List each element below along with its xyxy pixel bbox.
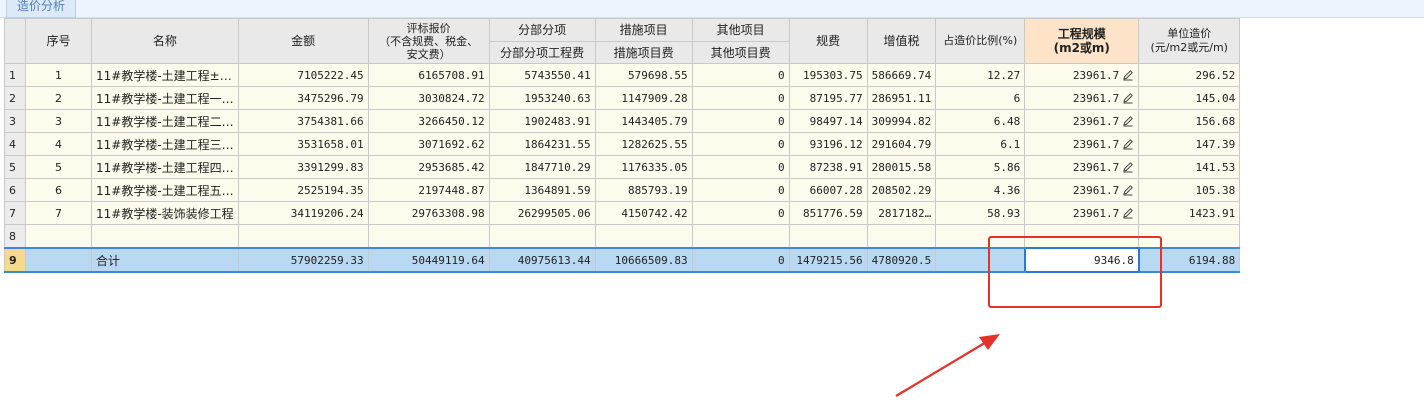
annotation-arrow — [895, 334, 1000, 397]
